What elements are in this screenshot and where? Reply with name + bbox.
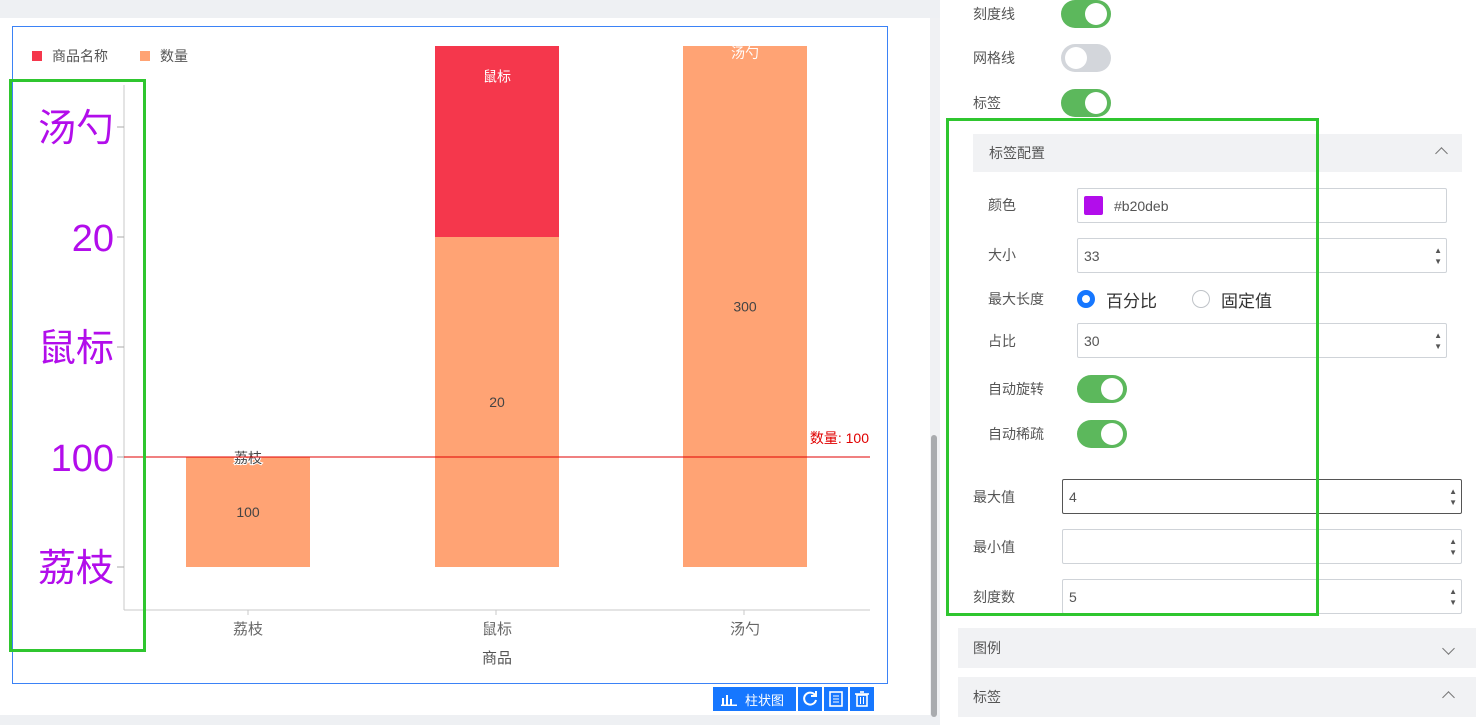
tick-line-label: 刻度线 bbox=[973, 6, 1015, 22]
label-config-title: 标签配置 bbox=[989, 145, 1045, 161]
color-value: #b20deb bbox=[1114, 197, 1169, 214]
ratio-label: 占比 bbox=[988, 333, 1016, 349]
y-tick-label: 鼠标 bbox=[38, 328, 114, 370]
x-tick-label: 荔枝 bbox=[233, 621, 263, 638]
label-toggle-label: 标签 bbox=[973, 95, 1001, 111]
y-tick-label: 20 bbox=[72, 218, 114, 260]
delete-icon[interactable] bbox=[850, 687, 875, 711]
chart-legend: 商品名称 数量 bbox=[32, 46, 188, 66]
radio-percent-label[interactable]: 百分比 bbox=[1106, 287, 1157, 312]
copy-icon[interactable] bbox=[824, 687, 849, 711]
label-toggle[interactable] bbox=[1061, 89, 1111, 117]
ratio-row: 占比 bbox=[988, 324, 1016, 358]
max-row: 最大值 bbox=[973, 480, 1015, 514]
chevron-up-icon bbox=[1435, 145, 1448, 161]
x-axis-title: 商品 bbox=[482, 650, 512, 667]
radio-fixed[interactable] bbox=[1192, 290, 1210, 308]
tick-line-row: 刻度线 bbox=[973, 0, 1111, 28]
grid-line-label: 网格线 bbox=[973, 50, 1015, 66]
ratio-stepper[interactable]: ▲ ▼ bbox=[1434, 324, 1442, 357]
size-row: 大小 bbox=[988, 238, 1016, 272]
radio-fixed-label[interactable]: 固定值 bbox=[1221, 287, 1272, 312]
auto-rotate-toggle[interactable] bbox=[1077, 375, 1127, 403]
ticks-value: 5 bbox=[1069, 588, 1077, 605]
markline-label: 数量: 100 bbox=[810, 430, 869, 446]
ticks-row: 刻度数 bbox=[973, 580, 1015, 614]
size-input[interactable]: 33 ▲ ▼ bbox=[1077, 238, 1447, 273]
ticks-stepper[interactable]: ▲ ▼ bbox=[1449, 580, 1457, 613]
legend-section-header[interactable]: 图例 bbox=[958, 628, 1476, 668]
x-tick-label: 鼠标 bbox=[482, 621, 512, 638]
bar-chart-icon bbox=[721, 695, 737, 706]
canvas-scroll-thumb[interactable] bbox=[931, 435, 937, 717]
grid-line-toggle[interactable] bbox=[1061, 44, 1111, 72]
auto-thin-row: 自动稀疏 bbox=[988, 419, 1127, 449]
bar-chart: 汤勺20鼠标100荔枝100荔枝20鼠标鼠标300汤勺荔枝汤勺数量: 100商品 bbox=[38, 45, 870, 667]
chart-toolbar: 柱状图 bbox=[713, 687, 875, 711]
label-section-header[interactable]: 标签 bbox=[958, 677, 1476, 717]
max-length-label: 最大长度 bbox=[988, 291, 1044, 307]
label-row: 标签 bbox=[973, 89, 1111, 117]
auto-rotate-row: 自动旋转 bbox=[988, 374, 1127, 404]
min-row: 最小值 bbox=[973, 530, 1015, 564]
size-stepper[interactable]: ▲ ▼ bbox=[1434, 239, 1442, 272]
max-stepper[interactable]: ▲ ▼ bbox=[1449, 480, 1457, 513]
legend-item-quantity[interactable]: 数量 bbox=[160, 46, 188, 66]
legend-swatch-quantity[interactable] bbox=[140, 51, 150, 61]
legend-item-name[interactable]: 商品名称 bbox=[52, 46, 108, 66]
refresh-icon[interactable] bbox=[798, 687, 823, 711]
bar-name-label: 荔枝 bbox=[234, 450, 262, 466]
max-label: 最大值 bbox=[973, 489, 1015, 505]
y-tick-label: 100 bbox=[51, 438, 114, 480]
auto-thin-label: 自动稀疏 bbox=[988, 426, 1044, 442]
radio-percent[interactable] bbox=[1077, 290, 1095, 308]
min-label: 最小值 bbox=[973, 539, 1015, 555]
bar-name-label: 鼠标 bbox=[483, 69, 511, 85]
bar-value-label: 100 bbox=[236, 504, 260, 520]
bar-value-label: 300 bbox=[733, 299, 757, 315]
label-section-title: 标签 bbox=[973, 689, 1001, 705]
label-config-header[interactable]: 标签配置 bbox=[973, 134, 1462, 172]
color-row: 颜色 bbox=[988, 188, 1077, 222]
legend-section-title: 图例 bbox=[973, 640, 1001, 656]
chart-type-label: 柱状图 bbox=[745, 692, 785, 708]
min-stepper[interactable]: ▲ ▼ bbox=[1449, 530, 1457, 563]
color-label: 颜色 bbox=[988, 197, 1016, 213]
max-value: 4 bbox=[1069, 488, 1077, 505]
min-input[interactable]: ▲ ▼ bbox=[1062, 529, 1462, 564]
chevron-up-icon bbox=[1442, 689, 1455, 705]
color-picker-field[interactable]: #b20deb bbox=[1077, 188, 1447, 223]
size-label: 大小 bbox=[988, 247, 1016, 263]
x-tick-label: 汤勺 bbox=[730, 621, 760, 638]
y-tick-label: 荔枝 bbox=[38, 548, 114, 590]
size-value: 33 bbox=[1084, 247, 1100, 264]
ratio-value: 30 bbox=[1084, 332, 1100, 349]
color-swatch[interactable] bbox=[1084, 196, 1103, 215]
ticks-label: 刻度数 bbox=[973, 589, 1015, 605]
grid-line-row: 网格线 bbox=[973, 44, 1111, 72]
tick-line-toggle[interactable] bbox=[1061, 0, 1111, 28]
auto-rotate-label: 自动旋转 bbox=[988, 381, 1044, 397]
ratio-input[interactable]: 30 ▲ ▼ bbox=[1077, 323, 1447, 358]
ticks-input[interactable]: 5 ▲ ▼ bbox=[1062, 579, 1462, 614]
max-input[interactable]: 4 ▲ ▼ bbox=[1062, 479, 1462, 514]
y-tick-label: 汤勺 bbox=[38, 108, 114, 150]
bar-value-label: 20 bbox=[489, 394, 505, 410]
chevron-down-icon bbox=[1442, 640, 1455, 656]
bar-name-label: 汤勺 bbox=[731, 45, 759, 61]
chart-type-button[interactable]: 柱状图 bbox=[713, 687, 797, 711]
max-length-row: 最大长度 百分比 固定值 bbox=[988, 285, 1272, 313]
legend-swatch-name[interactable] bbox=[32, 51, 42, 61]
auto-thin-toggle[interactable] bbox=[1077, 420, 1127, 448]
